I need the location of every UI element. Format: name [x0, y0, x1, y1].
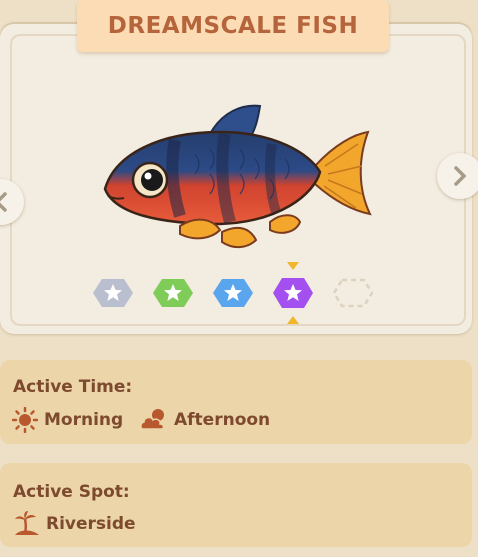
page-title: DREAMSCALE FISH: [107, 13, 359, 39]
island-palm-icon: [15, 511, 39, 535]
rarity-badge-blue[interactable]: [212, 278, 254, 308]
spot-item-riverside: Riverside: [14, 511, 136, 537]
sun-icon: [12, 407, 38, 433]
selected-marker-bottom-icon: [287, 316, 299, 324]
active-spot-label: Active Spot:: [13, 482, 130, 502]
selected-marker-top-icon: [287, 262, 299, 270]
next-fish-button[interactable]: [437, 153, 478, 199]
chevron-left-icon: [0, 192, 7, 212]
time-label-afternoon: Afternoon: [174, 410, 271, 430]
active-time-label: Active Time:: [13, 377, 133, 397]
fish-illustration: [103, 104, 372, 248]
time-item-morning: Morning: [12, 407, 123, 433]
rarity-badge-gray[interactable]: [92, 278, 134, 308]
title-banner: DREAMSCALE FISH: [77, 0, 389, 52]
rarity-badge-empty-slot: [332, 278, 374, 308]
rarity-badge-green[interactable]: [152, 278, 194, 308]
rarity-badge-purple-selected[interactable]: [272, 262, 314, 324]
active-time-panel: Active Time: Morning Afternoon: [0, 360, 472, 444]
spot-label-riverside: Riverside: [46, 514, 136, 534]
time-label-morning: Morning: [44, 410, 124, 430]
time-item-afternoon: Afternoon: [140, 407, 270, 433]
rarity-selector: [0, 262, 478, 324]
cloudy-sun-icon: [140, 409, 165, 430]
chevron-right-icon: [454, 166, 467, 186]
active-spot-panel: Active Spot: Riverside: [0, 463, 472, 547]
